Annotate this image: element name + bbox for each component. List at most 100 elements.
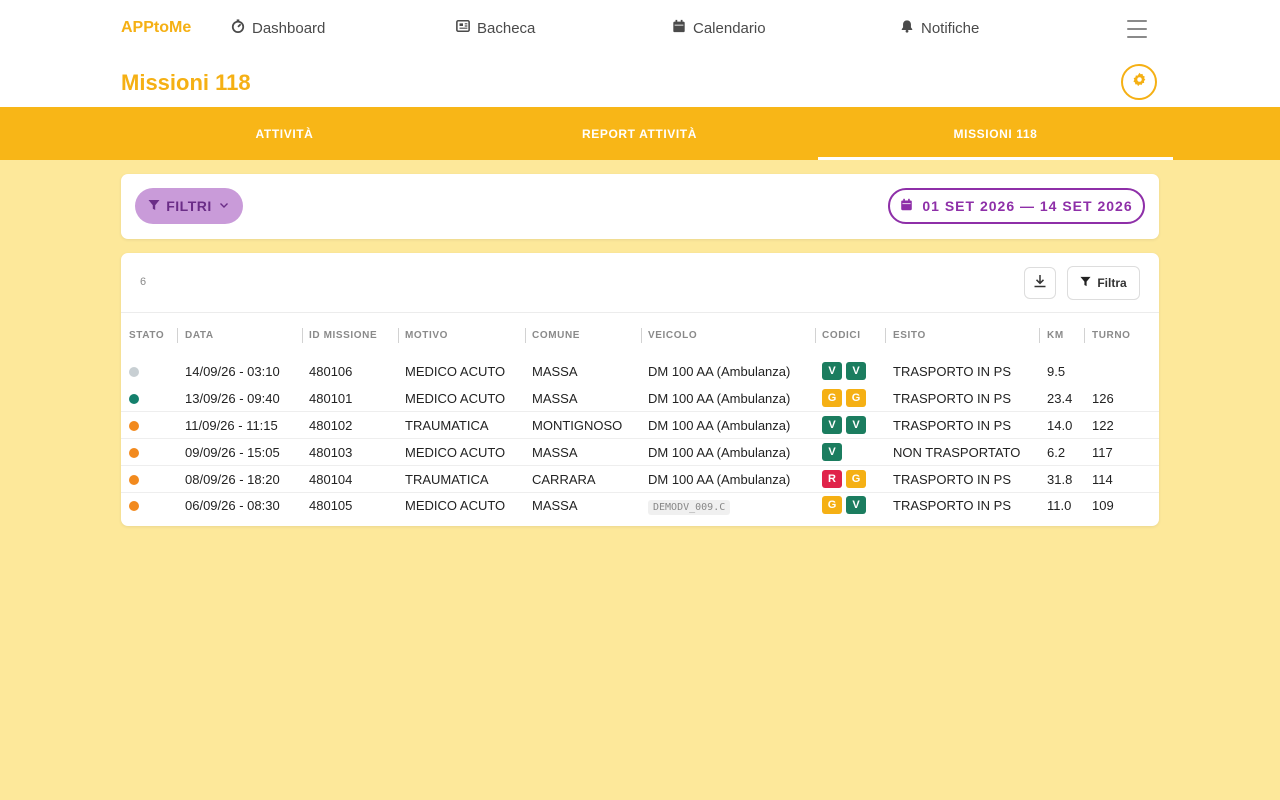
nav-notifiche-label: Notifiche: [921, 19, 980, 37]
cell-comune: CARRARA: [532, 472, 596, 487]
date-range-label: 01 SET 2026 — 14 SET 2026: [922, 198, 1133, 214]
col-separator[interactable]: [398, 328, 399, 343]
cell-id-missione: 480106: [309, 364, 353, 379]
cell-veicolo: DEMODV_009.C: [648, 498, 731, 515]
date-range-picker[interactable]: 01 SET 2026 — 14 SET 2026: [888, 188, 1145, 224]
col-separator[interactable]: [302, 328, 303, 343]
col-header-id-missione[interactable]: ID MISSIONE: [309, 330, 377, 341]
filtri-label: FILTRI: [166, 198, 212, 214]
status-dot: [129, 394, 139, 404]
tab-attivita[interactable]: ATTIVITÀ: [107, 107, 462, 160]
calendar-icon: [672, 19, 686, 37]
cell-veicolo: DM 100 AA (Ambulanza): [648, 391, 791, 406]
cell-km: 31.8: [1047, 472, 1073, 487]
col-separator[interactable]: [1084, 328, 1085, 343]
col-separator[interactable]: [641, 328, 642, 343]
cell-esito: TRASPORTO IN PS: [893, 418, 1011, 433]
cell-esito: TRASPORTO IN PS: [893, 472, 1011, 487]
col-header-km[interactable]: KM: [1047, 330, 1064, 341]
table-row[interactable]: 14/09/26 - 03:10 480106 MEDICO ACUTO MAS…: [121, 358, 1159, 385]
cell-codici: V: [822, 443, 846, 461]
filtri-button[interactable]: FILTRI: [135, 188, 243, 224]
table-row[interactable]: 09/09/26 - 15:05 480103 MEDICO ACUTO MAS…: [121, 439, 1159, 466]
cell-turno: 117: [1092, 445, 1113, 460]
nav-calendario[interactable]: Calendario: [672, 19, 766, 37]
code-badge-g: G: [846, 470, 866, 488]
col-separator[interactable]: [815, 328, 816, 343]
download-button[interactable]: [1024, 267, 1056, 299]
cell-turno: 122: [1092, 418, 1114, 433]
table-row[interactable]: 11/09/26 - 11:15 480102 TRAUMATICA MONTI…: [121, 412, 1159, 439]
cell-km: 9.5: [1047, 364, 1066, 379]
cell-id-missione: 480103: [309, 445, 353, 460]
cell-id-missione: 480102: [309, 418, 353, 433]
nav-dashboard-label: Dashboard: [252, 19, 326, 37]
code-badge-g: G: [822, 496, 842, 514]
code-badge-v: V: [846, 496, 866, 514]
filtra-button[interactable]: Filtra: [1067, 266, 1140, 300]
status-dot: [129, 421, 139, 431]
missions-table-card: 6 Filtra STATO DATA ID MISSIONE MOTIVO C…: [121, 253, 1159, 526]
tab-missioni-118[interactable]: MISSIONI 118: [818, 107, 1173, 160]
cell-esito: TRASPORTO IN PS: [893, 391, 1011, 406]
nav-calendario-label: Calendario: [693, 19, 766, 37]
cell-comune: MONTIGNOSO: [532, 418, 623, 433]
cell-motivo: MEDICO ACUTO: [405, 391, 506, 406]
col-header-stato[interactable]: STATO: [129, 330, 164, 341]
cell-motivo: MEDICO ACUTO: [405, 445, 506, 460]
gear-icon: [1132, 72, 1147, 92]
cell-comune: MASSA: [532, 364, 578, 379]
col-header-motivo[interactable]: MOTIVO: [405, 330, 448, 341]
col-header-comune[interactable]: COMUNE: [532, 330, 580, 341]
download-icon: [1033, 274, 1047, 293]
cell-comune: MASSA: [532, 391, 578, 406]
cell-esito: NON TRASPORTATO: [893, 445, 1021, 460]
result-count: 6: [140, 276, 147, 288]
cell-motivo: TRAUMATICA: [405, 472, 489, 487]
col-header-esito[interactable]: ESITO: [893, 330, 926, 341]
code-badge-v: V: [822, 443, 842, 461]
cell-data: 14/09/26 - 03:10: [185, 364, 280, 379]
cell-data: 11/09/26 - 11:15: [185, 418, 278, 433]
code-badge-v: V: [822, 362, 842, 380]
cell-veicolo: DM 100 AA (Ambulanza): [648, 445, 791, 460]
cell-id-missione: 480105: [309, 498, 353, 513]
table-row[interactable]: 13/09/26 - 09:40 480101 MEDICO ACUTO MAS…: [121, 385, 1159, 412]
brand-logo[interactable]: APPtoMe: [121, 19, 191, 37]
nav-bacheca[interactable]: Bacheca: [456, 19, 535, 37]
col-separator[interactable]: [885, 328, 886, 343]
col-header-data[interactable]: DATA: [185, 330, 214, 341]
cell-data: 09/09/26 - 15:05: [185, 445, 280, 460]
col-header-turno[interactable]: TURNO: [1092, 330, 1131, 341]
cell-veicolo: DM 100 AA (Ambulanza): [648, 472, 791, 487]
menu-icon[interactable]: [1127, 20, 1147, 38]
cell-data: 06/09/26 - 08:30: [185, 498, 280, 513]
table-row[interactable]: 06/09/26 - 08:30 480105 MEDICO ACUTO MAS…: [121, 492, 1159, 519]
code-badge-g: G: [822, 389, 842, 407]
col-header-veicolo[interactable]: VEICOLO: [648, 330, 697, 341]
cell-turno: 126: [1092, 391, 1114, 406]
table-row[interactable]: 08/09/26 - 18:20 480104 TRAUMATICA CARRA…: [121, 466, 1159, 493]
status-dot: [129, 367, 139, 377]
nav-notifiche[interactable]: Notifiche: [900, 19, 979, 37]
cell-codici: VV: [822, 362, 870, 380]
col-header-codici[interactable]: CODICI: [822, 330, 861, 341]
tab-report-attivita[interactable]: REPORT ATTIVITÀ: [462, 107, 817, 160]
top-header: APPtoMe Dashboard Bacheca Calendario Not…: [0, 0, 1280, 107]
nav-bacheca-label: Bacheca: [477, 19, 536, 37]
code-badge-r: R: [822, 470, 842, 488]
funnel-icon: [1080, 276, 1091, 290]
col-separator[interactable]: [1039, 328, 1040, 343]
cell-veicolo: DM 100 AA (Ambulanza): [648, 364, 791, 379]
cell-id-missione: 480104: [309, 472, 353, 487]
filtra-label: Filtra: [1097, 276, 1127, 290]
settings-button[interactable]: [1121, 64, 1157, 100]
cell-data: 08/09/26 - 18:20: [185, 472, 280, 487]
nav-dashboard[interactable]: Dashboard: [231, 19, 325, 37]
tab-bar: ATTIVITÀ REPORT ATTIVITÀ MISSIONI 118: [0, 107, 1280, 160]
status-dot: [129, 475, 139, 485]
code-badge-v: V: [846, 416, 866, 434]
col-separator[interactable]: [177, 328, 178, 343]
col-separator[interactable]: [525, 328, 526, 343]
code-badge-v: V: [822, 416, 842, 434]
